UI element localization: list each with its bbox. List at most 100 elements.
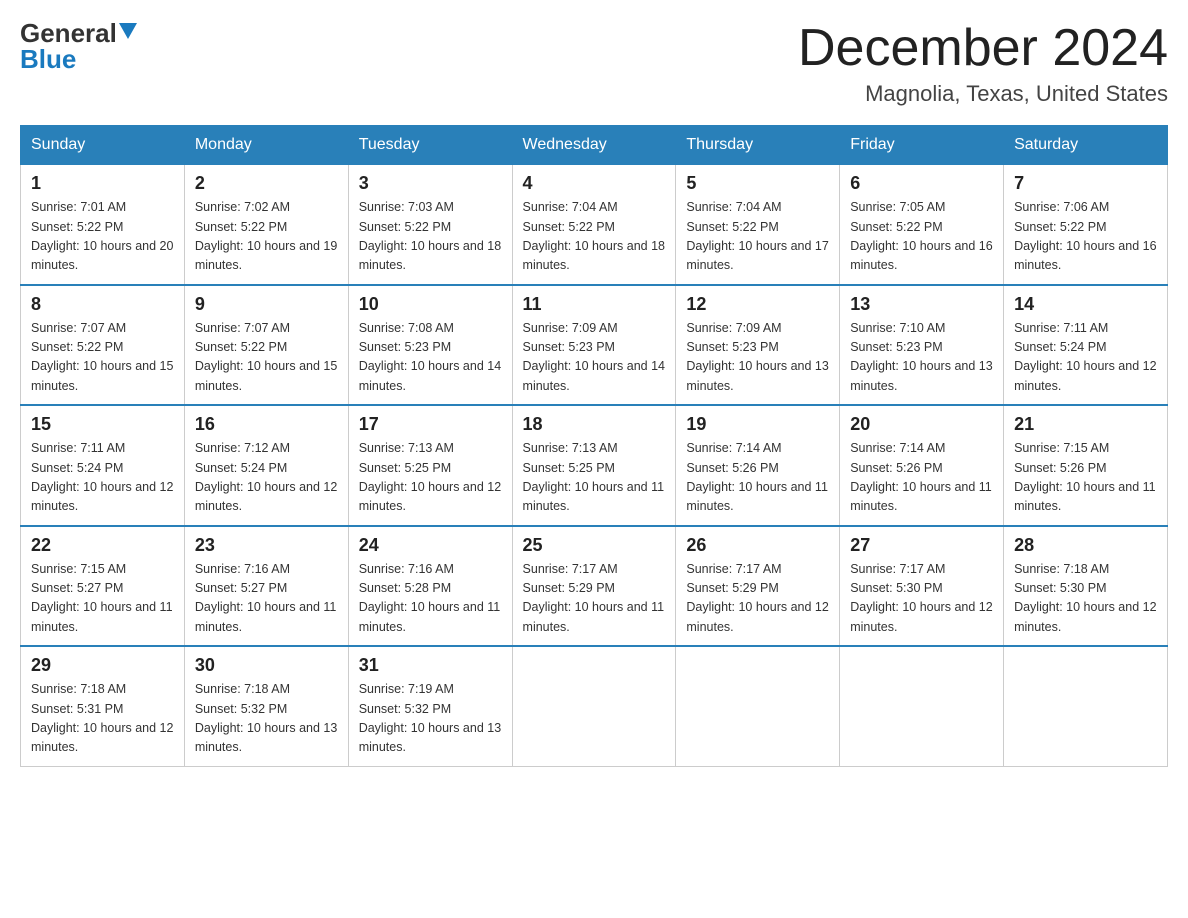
calendar-day-cell: 24Sunrise: 7:16 AMSunset: 5:28 PMDayligh…: [348, 526, 512, 647]
calendar-subtitle: Magnolia, Texas, United States: [798, 81, 1168, 107]
calendar-day-cell: 8 Sunrise: 7:07 AMSunset: 5:22 PMDaylight…: [21, 285, 185, 406]
day-of-week-header: Wednesday: [512, 126, 676, 165]
page-header: General Blue December 2024 Magnolia, Tex…: [20, 20, 1168, 107]
calendar-header-row: SundayMondayTuesdayWednesdayThursdayFrid…: [21, 126, 1168, 165]
day-number: 5: [686, 173, 829, 194]
day-number: 25: [523, 535, 666, 556]
day-info: Sunrise: 7:11 AMSunset: 5:24 PMDaylight:…: [31, 439, 174, 517]
day-info: Sunrise: 7:17 AMSunset: 5:29 PMDaylight:…: [686, 560, 829, 638]
day-of-week-header: Sunday: [21, 126, 185, 165]
day-number: 29: [31, 655, 174, 676]
day-number: 27: [850, 535, 993, 556]
calendar-day-cell: 25 Sunrise: 7:17 AMSunset: 5:29 PMDayligh…: [512, 526, 676, 647]
calendar-title: December 2024: [798, 20, 1168, 77]
day-info: Sunrise: 7:13 AMSunset: 5:25 PMDaylight:…: [359, 439, 502, 517]
day-info: Sunrise: 7:09 AMSunset: 5:23 PMDaylight:…: [686, 319, 829, 397]
day-number: 6: [850, 173, 993, 194]
day-info: Sunrise: 7:13 AMSunset: 5:25 PMDaylight:…: [523, 439, 666, 517]
calendar-day-cell: 16Sunrise: 7:12 AMSunset: 5:24 PMDayligh…: [184, 405, 348, 526]
day-info: Sunrise: 7:14 AMSunset: 5:26 PMDaylight:…: [850, 439, 993, 517]
day-info: Sunrise: 7:02 AMSunset: 5:22 PMDaylight:…: [195, 198, 338, 276]
calendar-day-cell: 12Sunrise: 7:09 AMSunset: 5:23 PMDayligh…: [676, 285, 840, 406]
calendar-day-cell: 19Sunrise: 7:14 AMSunset: 5:26 PMDayligh…: [676, 405, 840, 526]
calendar-day-cell: 5 Sunrise: 7:04 AMSunset: 5:22 PMDaylight…: [676, 165, 840, 285]
calendar-day-cell: 9Sunrise: 7:07 AMSunset: 5:22 PMDaylight…: [184, 285, 348, 406]
calendar-week-row: 15 Sunrise: 7:11 AMSunset: 5:24 PMDayligh…: [21, 405, 1168, 526]
day-number: 26: [686, 535, 829, 556]
calendar-day-cell: 20 Sunrise: 7:14 AMSunset: 5:26 PMDayligh…: [840, 405, 1004, 526]
calendar-day-cell: 31 Sunrise: 7:19 AMSunset: 5:32 PMDayligh…: [348, 646, 512, 766]
calendar-day-cell: [512, 646, 676, 766]
day-info: Sunrise: 7:15 AMSunset: 5:27 PMDaylight:…: [31, 560, 174, 638]
day-info: Sunrise: 7:16 AMSunset: 5:27 PMDaylight:…: [195, 560, 338, 638]
day-info: Sunrise: 7:06 AMSunset: 5:22 PMDaylight:…: [1014, 198, 1157, 276]
day-of-week-header: Saturday: [1004, 126, 1168, 165]
day-info: Sunrise: 7:08 AMSunset: 5:23 PMDaylight:…: [359, 319, 502, 397]
calendar-day-cell: 15 Sunrise: 7:11 AMSunset: 5:24 PMDayligh…: [21, 405, 185, 526]
calendar-day-cell: 10 Sunrise: 7:08 AMSunset: 5:23 PMDayligh…: [348, 285, 512, 406]
logo: General Blue: [20, 20, 137, 73]
day-info: Sunrise: 7:17 AMSunset: 5:30 PMDaylight:…: [850, 560, 993, 638]
day-info: Sunrise: 7:11 AMSunset: 5:24 PMDaylight:…: [1014, 319, 1157, 397]
day-of-week-header: Thursday: [676, 126, 840, 165]
calendar-day-cell: 21Sunrise: 7:15 AMSunset: 5:26 PMDayligh…: [1004, 405, 1168, 526]
day-number: 28: [1014, 535, 1157, 556]
calendar-day-cell: 27 Sunrise: 7:17 AMSunset: 5:30 PMDayligh…: [840, 526, 1004, 647]
day-number: 15: [31, 414, 174, 435]
calendar-day-cell: 11 Sunrise: 7:09 AMSunset: 5:23 PMDayligh…: [512, 285, 676, 406]
day-number: 17: [359, 414, 502, 435]
day-number: 3: [359, 173, 502, 194]
day-number: 31: [359, 655, 502, 676]
day-info: Sunrise: 7:19 AMSunset: 5:32 PMDaylight:…: [359, 680, 502, 758]
day-number: 20: [850, 414, 993, 435]
day-info: Sunrise: 7:07 AMSunset: 5:22 PMDaylight:…: [31, 319, 174, 397]
day-number: 24: [359, 535, 502, 556]
logo-general-text: General: [20, 20, 117, 46]
calendar-day-cell: 18 Sunrise: 7:13 AMSunset: 5:25 PMDayligh…: [512, 405, 676, 526]
day-info: Sunrise: 7:17 AMSunset: 5:29 PMDaylight:…: [523, 560, 666, 638]
day-info: Sunrise: 7:09 AMSunset: 5:23 PMDaylight:…: [523, 319, 666, 397]
calendar-day-cell: [676, 646, 840, 766]
day-number: 11: [523, 294, 666, 315]
day-info: Sunrise: 7:10 AMSunset: 5:23 PMDaylight:…: [850, 319, 993, 397]
day-number: 18: [523, 414, 666, 435]
calendar-day-cell: [1004, 646, 1168, 766]
day-of-week-header: Tuesday: [348, 126, 512, 165]
calendar-day-cell: 22Sunrise: 7:15 AMSunset: 5:27 PMDayligh…: [21, 526, 185, 647]
day-info: Sunrise: 7:01 AMSunset: 5:22 PMDaylight:…: [31, 198, 174, 276]
title-block: December 2024 Magnolia, Texas, United St…: [798, 20, 1168, 107]
calendar-day-cell: 13 Sunrise: 7:10 AMSunset: 5:23 PMDayligh…: [840, 285, 1004, 406]
day-info: Sunrise: 7:04 AMSunset: 5:22 PMDaylight:…: [686, 198, 829, 276]
calendar-week-row: 8 Sunrise: 7:07 AMSunset: 5:22 PMDaylight…: [21, 285, 1168, 406]
day-info: Sunrise: 7:18 AMSunset: 5:31 PMDaylight:…: [31, 680, 174, 758]
day-number: 14: [1014, 294, 1157, 315]
calendar-week-row: 22Sunrise: 7:15 AMSunset: 5:27 PMDayligh…: [21, 526, 1168, 647]
calendar-day-cell: 28Sunrise: 7:18 AMSunset: 5:30 PMDayligh…: [1004, 526, 1168, 647]
day-number: 9: [195, 294, 338, 315]
calendar-day-cell: 6Sunrise: 7:05 AMSunset: 5:22 PMDaylight…: [840, 165, 1004, 285]
calendar-day-cell: 17 Sunrise: 7:13 AMSunset: 5:25 PMDayligh…: [348, 405, 512, 526]
calendar-day-cell: 3 Sunrise: 7:03 AMSunset: 5:22 PMDaylight…: [348, 165, 512, 285]
day-number: 19: [686, 414, 829, 435]
day-of-week-header: Monday: [184, 126, 348, 165]
calendar-day-cell: 26 Sunrise: 7:17 AMSunset: 5:29 PMDayligh…: [676, 526, 840, 647]
day-number: 8: [31, 294, 174, 315]
calendar-day-cell: 1 Sunrise: 7:01 AMSunset: 5:22 PMDaylight…: [21, 165, 185, 285]
day-number: 2: [195, 173, 338, 194]
day-of-week-header: Friday: [840, 126, 1004, 165]
day-number: 10: [359, 294, 502, 315]
calendar-day-cell: 23Sunrise: 7:16 AMSunset: 5:27 PMDayligh…: [184, 526, 348, 647]
calendar-day-cell: 7Sunrise: 7:06 AMSunset: 5:22 PMDaylight…: [1004, 165, 1168, 285]
day-number: 1: [31, 173, 174, 194]
day-info: Sunrise: 7:03 AMSunset: 5:22 PMDaylight:…: [359, 198, 502, 276]
calendar-day-cell: 30Sunrise: 7:18 AMSunset: 5:32 PMDayligh…: [184, 646, 348, 766]
day-number: 13: [850, 294, 993, 315]
day-info: Sunrise: 7:04 AMSunset: 5:22 PMDaylight:…: [523, 198, 666, 276]
calendar-week-row: 1 Sunrise: 7:01 AMSunset: 5:22 PMDaylight…: [21, 165, 1168, 285]
day-number: 4: [523, 173, 666, 194]
day-info: Sunrise: 7:15 AMSunset: 5:26 PMDaylight:…: [1014, 439, 1157, 517]
calendar-week-row: 29 Sunrise: 7:18 AMSunset: 5:31 PMDayligh…: [21, 646, 1168, 766]
calendar-day-cell: 4 Sunrise: 7:04 AMSunset: 5:22 PMDaylight…: [512, 165, 676, 285]
day-number: 30: [195, 655, 338, 676]
logo-blue-text: Blue: [20, 44, 76, 74]
